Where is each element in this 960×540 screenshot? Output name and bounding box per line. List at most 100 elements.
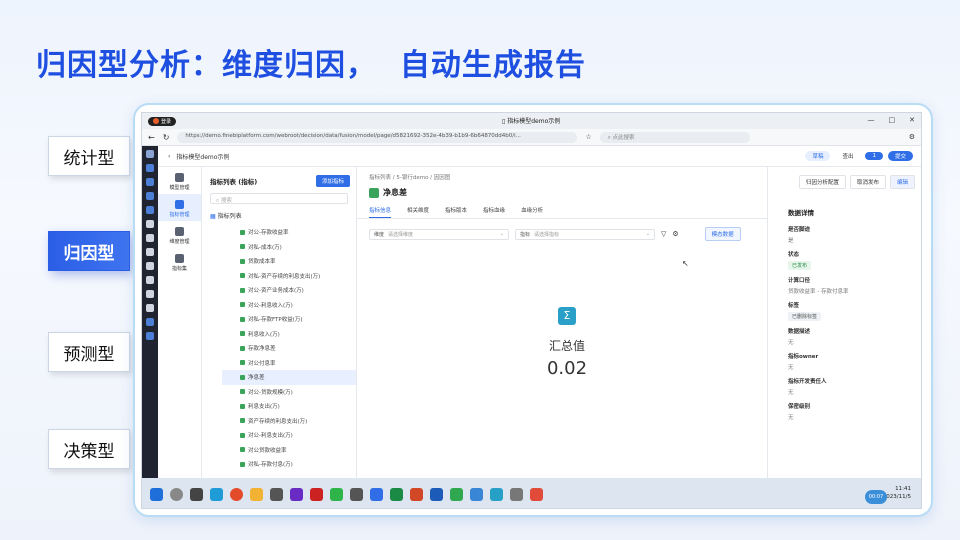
tab-0[interactable]: 指标信息 [369, 206, 392, 218]
app-icon[interactable] [270, 487, 283, 501]
app-icon[interactable] [510, 487, 523, 501]
filter-icon[interactable]: ▽ [661, 230, 666, 238]
metric-list-item[interactable]: 对私-存款FTP收益(万) [222, 312, 356, 327]
draft-button[interactable]: 草稿 [805, 151, 831, 161]
metric-list-item[interactable]: 对公付息率 [222, 356, 356, 371]
extensions-icon[interactable]: ⚙ [909, 133, 915, 141]
attribution-config-button[interactable]: 归因分析配置 [798, 175, 846, 189]
sidebar-doc-icon[interactable] [146, 276, 154, 284]
settings-icon[interactable]: ⚙ [672, 230, 678, 238]
sidebar-app-icon[interactable] [146, 178, 154, 186]
app-icon[interactable] [470, 487, 483, 501]
app-breadcrumb: 指标模型demo示例 [176, 153, 230, 161]
windows-start-icon[interactable] [150, 487, 163, 501]
powerpoint-icon[interactable] [410, 487, 423, 501]
main-breadcrumb: 指标列表 / 5-银行demo / 因因图 [369, 175, 451, 181]
sidebar-doc-icon[interactable] [146, 290, 154, 298]
sidebar-app-icon[interactable] [146, 318, 154, 326]
add-metric-button[interactable]: 添加指标 [315, 175, 350, 187]
url-field[interactable]: https://demo.finebiplatform.com/webroot/… [177, 131, 578, 143]
sidebar-doc-icon[interactable] [146, 234, 154, 242]
address-bar: ← ↻ https://demo.finebiplatform.com/webr… [142, 129, 921, 146]
browser-tab[interactable]: ▯ 指标模型demo示例 [502, 116, 560, 125]
metric-list-item[interactable]: 利息收入(万) [222, 327, 356, 342]
side-tab-prediction[interactable]: 预测型 [48, 332, 130, 372]
summary-value: 0.02 [546, 358, 588, 379]
field-value: 是 [788, 238, 794, 244]
app-icon[interactable] [530, 487, 543, 501]
app-icon[interactable] [490, 487, 503, 501]
nav-metric-set[interactable]: 指标集 [158, 248, 201, 275]
sidebar-app-icon[interactable] [146, 206, 154, 214]
app-icon[interactable] [350, 487, 363, 501]
wechat-icon[interactable] [330, 487, 343, 501]
back-icon[interactable]: ← [148, 133, 155, 142]
maximize-icon[interactable]: □ [889, 116, 896, 124]
app-icon[interactable] [370, 487, 383, 501]
unpublish-button[interactable]: 取消发布 [849, 175, 886, 189]
favorite-icon[interactable]: ☆ [585, 133, 591, 141]
sidebar-doc-icon[interactable] [146, 304, 154, 312]
app-icon[interactable] [310, 487, 323, 501]
side-tab-statistics[interactable]: 统计型 [48, 136, 130, 176]
publish-button[interactable]: 查出 [835, 151, 860, 161]
sidebar-doc-icon[interactable] [146, 262, 154, 270]
app-icon[interactable] [450, 487, 463, 501]
metric-list-item[interactable]: 对公-利息支出(万) [222, 428, 356, 443]
word-icon[interactable] [430, 487, 443, 501]
submit-button[interactable]: 提交 [887, 151, 913, 161]
nav-dimension[interactable]: 维度管理 [158, 221, 201, 248]
sidebar-app-icon[interactable] [146, 150, 154, 158]
folder-icon[interactable] [250, 487, 263, 501]
details-panel: 归因分析配置 取消发布 编辑 数据详情 是否脚迹 是 状态 已发布 计算口径 贷… [767, 167, 921, 478]
tab-1[interactable]: 相关维度 [407, 206, 429, 218]
tree-search-input[interactable]: ⌕ 搜索 [210, 193, 348, 204]
edit-button[interactable]: 编辑 [889, 175, 915, 189]
metric-select[interactable]: 指标 请选择指标 ⌄ [515, 228, 655, 240]
metric-list-item[interactable]: 对公贷款收益率 [222, 443, 356, 458]
metric-list-item[interactable]: 对公-贷款规模(万) [222, 385, 356, 400]
metric-list-item[interactable]: 对公-存款收益率 [222, 225, 356, 240]
tree-root[interactable]: ▦ 指标列表 [202, 206, 356, 225]
browser-window: 登录 ▯ 指标模型demo示例 — □ ✕ ← ↻ https://demo.f… [141, 112, 922, 509]
metric-icon [369, 187, 379, 198]
side-tab-decision[interactable]: 决策型 [48, 429, 130, 469]
metric-list-item[interactable]: 对公-利息收入(万) [222, 298, 356, 313]
vs-icon[interactable] [290, 487, 303, 501]
tab-2[interactable]: 指标版本 [445, 206, 467, 218]
metric-list-item[interactable]: 对公-资产业务成本(万) [222, 283, 356, 298]
sidebar-app-icon[interactable] [146, 332, 154, 340]
minimize-icon[interactable]: — [868, 116, 875, 124]
sidebar-doc-icon[interactable] [146, 220, 154, 228]
user-count-badge[interactable]: 1 [865, 152, 883, 160]
browser-search[interactable]: ⌕ 点此搜索 [599, 131, 750, 143]
metric-list-item[interactable]: 资产存续的利息支出(万) [222, 414, 356, 429]
back-arrow-icon[interactable]: ‹ [168, 153, 170, 160]
chrome-icon[interactable] [230, 487, 243, 501]
tab-4[interactable]: 血缘分析 [521, 206, 543, 218]
metric-list-label: 对公-资产业务成本(万) [248, 288, 304, 295]
tab-3[interactable]: 指标血缘 [483, 206, 505, 218]
metric-list-item[interactable]: 净息差 [222, 370, 356, 385]
task-view-icon[interactable] [190, 487, 203, 501]
dimension-select[interactable]: 维度 请选择维度 ⌄ [369, 228, 509, 240]
search-icon[interactable] [170, 487, 183, 501]
metric-list-item[interactable]: 对私-资产存续的利息支出(万) [222, 269, 356, 284]
edge-icon[interactable] [210, 487, 223, 501]
sidebar-app-icon[interactable] [146, 164, 154, 172]
nav-model[interactable]: 模型管理 [158, 167, 201, 194]
side-tab-attribution[interactable]: 归因型 [48, 231, 130, 271]
metric-list-item[interactable]: 利息支出(万) [222, 399, 356, 414]
query-data-button[interactable]: 模态数据 [704, 227, 741, 241]
close-icon[interactable]: ✕ [909, 116, 915, 124]
metric-list-item[interactable]: 对私-成本(万) [222, 240, 356, 255]
refresh-icon[interactable]: ↻ [163, 133, 170, 142]
sidebar-doc-icon[interactable] [146, 248, 154, 256]
login-button[interactable]: 登录 [148, 116, 177, 126]
sidebar-app-icon[interactable] [146, 192, 154, 200]
nav-metric[interactable]: 指标管理 [158, 194, 201, 221]
metric-list-item[interactable]: 存款净息差 [222, 341, 356, 356]
metric-list-item[interactable]: 对私-存款付息(万) [222, 457, 356, 472]
metric-list-item[interactable]: 贷款成本率 [222, 254, 356, 269]
excel-icon[interactable] [390, 487, 403, 501]
